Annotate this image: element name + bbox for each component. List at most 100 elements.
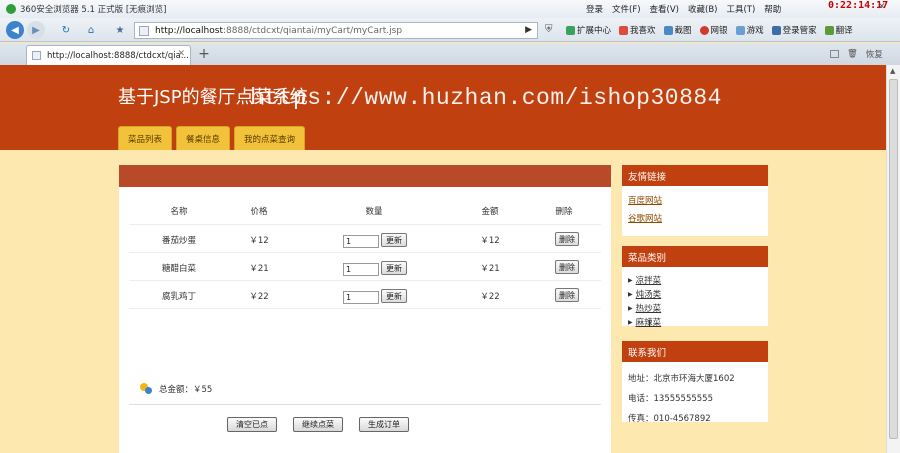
category-link[interactable]: 热炒菜: [636, 302, 662, 314]
url-host: http://localhost: [155, 25, 223, 36]
forward-arrow-icon[interactable]: ▶: [27, 21, 45, 39]
bank-icon: [699, 25, 709, 35]
dish-amount: ￥12: [480, 236, 500, 246]
restore-label[interactable]: 恢复: [866, 48, 883, 60]
scroll-up-icon[interactable]: ▲: [890, 67, 895, 75]
update-button[interactable]: 更新: [381, 261, 407, 275]
translate-icon: [824, 25, 834, 35]
window-close-icon[interactable]: ✕: [878, 2, 886, 12]
address-bar[interactable]: http://localhost:8888/ctdcxt/qiantai/myC…: [134, 22, 538, 39]
contact-title: 联系我们: [622, 341, 768, 362]
tab-bar-right: 🗑 恢复: [830, 48, 883, 60]
page-favicon-icon: [139, 26, 149, 36]
table-row: 番茄炒蛋 ￥12 1 更新 ￥12 删除: [129, 225, 601, 253]
browser-nav-bar: ◀ ▶ ↻ ⌂ ★ http://localhost:8888/ctdcxt/q…: [0, 18, 900, 42]
tab-current[interactable]: http://localhost:8888/ctdcxt/qia... ✕: [26, 45, 191, 65]
arrow-right-icon: ▶: [628, 290, 633, 298]
col-name: 名称: [170, 207, 188, 217]
site-menu: 菜品列表 餐桌信息 我的点菜查询: [118, 126, 306, 150]
delete-button[interactable]: 删除: [555, 232, 579, 246]
update-button[interactable]: 更新: [381, 289, 407, 303]
col-delete: 删除: [555, 207, 573, 217]
browser-logo-icon: [6, 4, 16, 14]
toolbar-games[interactable]: 游戏: [735, 24, 764, 36]
cart-actions: 清空已点 继续点菜 生成订单: [227, 417, 413, 437]
arrow-right-icon: ▶: [628, 304, 633, 312]
menu-login[interactable]: 登录: [586, 3, 603, 15]
create-order-button[interactable]: 生成订单: [359, 417, 409, 432]
tab-title: http://localhost:8888/ctdcxt/qia...: [47, 50, 189, 61]
total-amount: 总金额：￥55: [159, 385, 213, 395]
browser-toolbar: 扩展中心 我喜欢 截图 网银 游戏 登录管家 翻译: [566, 24, 853, 36]
divider: [129, 404, 601, 405]
dish-name: 糖醋白菜: [161, 264, 196, 274]
vertical-scrollbar[interactable]: ▲: [886, 65, 900, 453]
menu-table-info[interactable]: 餐桌信息: [176, 126, 231, 150]
toolbar-extensions[interactable]: 扩展中心: [566, 24, 611, 36]
cart-total: 总金额：￥55: [139, 383, 212, 395]
toolbar-translate[interactable]: 翻译: [824, 24, 853, 36]
category-link[interactable]: 凉拌菜: [636, 274, 662, 286]
arrow-right-icon: ▶: [628, 318, 633, 326]
menu-file[interactable]: 文件(F): [612, 3, 641, 15]
home-icon[interactable]: ⌂: [82, 21, 100, 39]
continue-ordering-button[interactable]: 继续点菜: [293, 417, 343, 432]
browser-title: 360安全浏览器 5.1 正式版 [无痕浏览]: [20, 5, 167, 15]
back-arrow-icon[interactable]: ◀: [6, 21, 24, 39]
sidebar-categories: 菜品类别 ▶ 凉拌菜 ▶ 炖汤类 ▶ 热炒菜 ▶ 麻辣菜: [622, 246, 768, 328]
menu-dish-list[interactable]: 菜品列表: [118, 126, 173, 150]
quantity-input[interactable]: 1: [343, 263, 379, 276]
dish-name: 番茄炒蛋: [161, 236, 196, 246]
trash-icon[interactable]: 🗑: [847, 49, 858, 59]
menu-tools[interactable]: 工具(T): [726, 3, 755, 15]
delete-button[interactable]: 删除: [555, 260, 579, 274]
key-icon: [771, 25, 781, 35]
link-baidu[interactable]: 百度网站: [628, 194, 762, 206]
table-row: 糖醋白菜 ￥21 1 更新 ￥21 删除: [129, 253, 601, 281]
menu-my-orders[interactable]: 我的点菜查询: [234, 126, 306, 150]
refresh-icon[interactable]: ↻: [57, 21, 75, 39]
tab-close-icon[interactable]: ✕: [177, 49, 185, 59]
shield-icon[interactable]: ⛨: [545, 24, 553, 35]
col-price: 价格: [250, 207, 268, 217]
site-header: 基于JSP的餐厅点菜系统 https://www.huzhan.com/isho…: [0, 65, 886, 150]
quantity-input[interactable]: 1: [343, 235, 379, 248]
tab-favicon-icon: [32, 51, 41, 60]
scrollbar-thumb[interactable]: [889, 79, 898, 439]
scissors-icon: [663, 25, 673, 35]
contact-fax: 传真：010-4567892: [628, 414, 711, 424]
dish-amount: ￥22: [480, 292, 500, 302]
arrow-right-icon: ▶: [628, 276, 633, 284]
link-google[interactable]: 谷歌网站: [628, 212, 762, 224]
window-restore-icon[interactable]: [830, 50, 839, 58]
categories-title: 菜品类别: [622, 246, 768, 267]
quantity-input[interactable]: 1: [343, 291, 379, 304]
menu-view[interactable]: 查看(V): [650, 3, 679, 15]
list-item[interactable]: ▶ 炖汤类: [628, 288, 762, 300]
toolbar-like[interactable]: 我喜欢: [619, 24, 656, 36]
cart-panel: 名称 价格 数量 金额 删除 番茄炒蛋 ￥12 1 更新 ￥12 删除 糖醋白菜…: [119, 165, 611, 453]
dish-price: ￥21: [249, 264, 269, 274]
toolbar-bank[interactable]: 网银: [699, 24, 728, 36]
list-item[interactable]: ▶ 热炒菜: [628, 302, 762, 314]
toolbar-login-manager[interactable]: 登录管家: [771, 24, 817, 36]
dish-price: ￥22: [249, 292, 269, 302]
dish-price: ￥12: [249, 236, 269, 246]
new-tab-plus-icon[interactable]: +: [195, 47, 213, 63]
toolbar-screenshot[interactable]: 截图: [663, 24, 692, 36]
menu-favorites[interactable]: 收藏(B): [688, 3, 717, 15]
cart-header-row: 名称 价格 数量 金额 删除: [129, 201, 601, 225]
url-path: :8888/ctdcxt/qiantai/myCart/myCart.jsp: [222, 25, 403, 36]
sidebar-contact: 联系我们 地址：北京市环海大厦1602 电话：13555555555 传真：01…: [622, 341, 768, 424]
browser-title-bar: 360安全浏览器 5.1 正式版 [无痕浏览] 登录 文件(F) 查看(V) 收…: [0, 0, 900, 18]
contact-phone: 电话：13555555555: [628, 394, 713, 404]
list-item[interactable]: ▶ 凉拌菜: [628, 274, 762, 286]
delete-button[interactable]: 删除: [555, 288, 579, 302]
star-icon[interactable]: ★: [111, 21, 129, 39]
go-arrow-icon[interactable]: ▶: [525, 25, 532, 35]
links-title: 友情链接: [622, 165, 768, 186]
clear-cart-button[interactable]: 清空已点: [227, 417, 277, 432]
menu-help[interactable]: 帮助: [764, 3, 781, 15]
category-link[interactable]: 炖汤类: [636, 288, 662, 300]
update-button[interactable]: 更新: [381, 233, 407, 247]
